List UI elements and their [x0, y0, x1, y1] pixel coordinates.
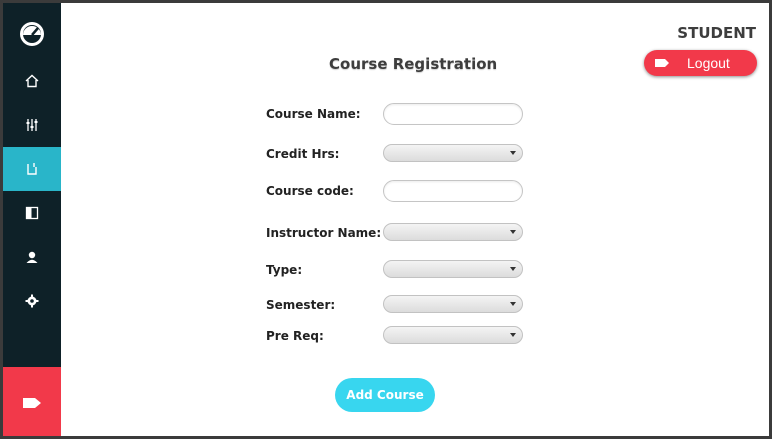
logout-tag-icon: [23, 398, 41, 408]
course-name-input[interactable]: [383, 103, 523, 125]
logout-tag-icon: [655, 59, 669, 67]
credit-hrs-label: Credit Hrs:: [266, 147, 340, 161]
course-name-label: Course Name:: [266, 107, 361, 121]
user-icon[interactable]: [3, 235, 61, 279]
app-window: STUDENT Logout Course Registration Cours…: [0, 0, 772, 439]
chevron-down-icon: [510, 333, 516, 337]
pre-req-label: Pre Req:: [266, 329, 324, 343]
user-role-label: STUDENT: [677, 24, 756, 42]
credit-hrs-select[interactable]: [383, 144, 523, 162]
type-select[interactable]: [383, 260, 523, 278]
logout-label: Logout: [687, 55, 730, 71]
main-content: STUDENT Logout Course Registration Cours…: [61, 3, 769, 436]
instructor-name-select[interactable]: [383, 223, 523, 241]
course-code-label: Course code:: [266, 184, 354, 198]
sidebar: [3, 3, 61, 436]
pre-req-select[interactable]: [383, 326, 523, 344]
dashboard-gauge-icon[interactable]: [3, 10, 61, 58]
page-title: Course Registration: [329, 55, 498, 73]
semester-label: Semester:: [266, 298, 336, 312]
chevron-down-icon: [510, 267, 516, 271]
register-course-icon[interactable]: [3, 147, 61, 191]
sidebar-logout-button[interactable]: [3, 367, 61, 436]
type-label: Type:: [266, 263, 303, 277]
home-icon[interactable]: [3, 59, 61, 103]
chevron-down-icon: [510, 302, 516, 306]
chevron-down-icon: [510, 151, 516, 155]
chevron-down-icon: [510, 230, 516, 234]
logout-button[interactable]: Logout: [644, 50, 757, 76]
instructor-name-label: Instructor Name:: [266, 226, 382, 240]
course-code-input[interactable]: [383, 180, 523, 202]
settings-icon[interactable]: [3, 279, 61, 323]
add-course-button[interactable]: Add Course: [335, 378, 435, 412]
book-icon[interactable]: [3, 191, 61, 235]
sliders-icon[interactable]: [3, 103, 61, 147]
semester-select[interactable]: [383, 295, 523, 313]
